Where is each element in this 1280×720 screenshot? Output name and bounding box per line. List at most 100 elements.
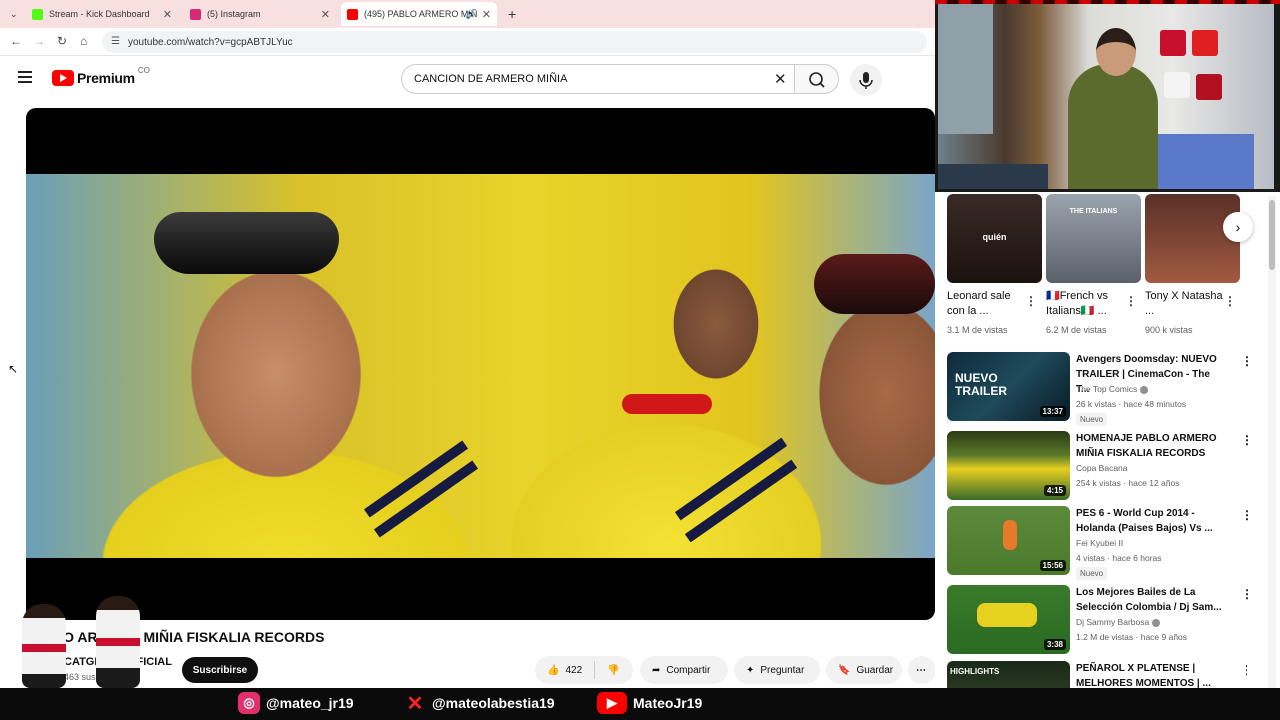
list-item[interactable]: NUEVO TRAILER 13:37 Avengers Doomsday: N… <box>947 352 1253 426</box>
x-icon: ✕ <box>406 692 424 715</box>
thumbs-up-icon[interactable]: 👍 <box>547 665 559 676</box>
close-icon[interactable]: ✕ <box>163 8 172 21</box>
more-actions-button[interactable]: ⋯ <box>908 656 936 684</box>
more-vertical-icon[interactable]: ⋮ <box>1025 294 1037 308</box>
short-overlay-text: THE ITALIANS <box>1069 208 1118 215</box>
short-views: 3.1 M de vistas <box>947 325 1008 335</box>
scrollbar-thumb[interactable] <box>1269 200 1275 270</box>
video-player[interactable] <box>26 108 935 620</box>
chevron-right-icon[interactable]: › <box>1223 212 1253 242</box>
url-input[interactable]: ☰ youtube.com/watch?v=gcpABTJLYuc <box>102 31 927 53</box>
tab-youtube-video[interactable]: (495) PABLO ARMERO MIÑ 🔊 ✕ <box>341 2 497 26</box>
tab-instagram[interactable]: (5) Instagram ✕ <box>184 2 336 26</box>
search-icon <box>809 72 825 88</box>
thumbs-down-icon[interactable]: 👎 <box>607 665 619 676</box>
more-vertical-icon[interactable]: ⋮ <box>1241 663 1247 677</box>
tab-label: (495) PABLO ARMERO MIÑ <box>364 9 478 19</box>
close-icon[interactable]: ✕ <box>482 8 491 21</box>
voice-search-button[interactable] <box>850 64 882 96</box>
reload-icon[interactable]: ↻ <box>57 34 67 48</box>
scrollbar-track[interactable] <box>1268 196 1276 690</box>
mouse-cursor-icon: ↖ <box>8 362 19 376</box>
search-button[interactable] <box>794 64 839 94</box>
tab-kick-dashboard[interactable]: Stream - Kick Dashboard ✕ <box>26 2 178 26</box>
ask-button[interactable]: ✦ Preguntar <box>734 656 820 684</box>
channel-name[interactable]: Dj Sammy Barbosa <box>1076 617 1161 627</box>
duration: 13:37 <box>1039 406 1066 417</box>
video-title[interactable]: Los Mejores Bailes de La Selección Colom… <box>1076 585 1226 615</box>
microphone-icon <box>859 72 873 89</box>
player-figure <box>1003 520 1017 550</box>
video-title[interactable]: PES 6 - World Cup 2014 - Holanda (Paises… <box>1076 506 1226 536</box>
list-item[interactable]: 4:15 HOMENAJE PABLO ARMERO MIÑIA FISKALI… <box>947 431 1253 501</box>
more-vertical-icon[interactable]: ⋮ <box>1241 587 1253 601</box>
more-vertical-icon[interactable]: ⋮ <box>1241 354 1253 368</box>
kick-icon <box>32 8 43 20</box>
players-group <box>977 603 1037 627</box>
subscribe-button[interactable]: Suscribirse <box>182 657 258 683</box>
list-item[interactable]: 3:38 Los Mejores Bailes de La Selección … <box>947 585 1253 655</box>
channel-name[interactable]: Fei Kyubei II <box>1076 538 1123 548</box>
chair <box>938 164 1048 189</box>
site-settings-icon[interactable]: ☰ <box>111 36 120 47</box>
thumb-text: NUEVO TRAILER <box>955 371 1007 398</box>
divider <box>594 661 596 679</box>
search-input[interactable]: CANCION DE ARMERO MIÑIA <box>401 64 794 94</box>
search-query: CANCION DE ARMERO MIÑIA <box>414 73 568 85</box>
list-item[interactable]: 15:56 PES 6 - World Cup 2014 - Holanda (… <box>947 506 1253 580</box>
sunglasses <box>154 212 339 274</box>
close-icon[interactable]: ✕ <box>321 8 330 21</box>
instagram-icon: ◎ <box>238 692 260 714</box>
new-badge: Nuevo <box>1076 413 1108 426</box>
forward-arrow-icon[interactable]: → <box>33 34 45 48</box>
video-meta: 1.2 M de vistas · hace 9 años <box>1076 632 1188 642</box>
hamburger-menu-icon[interactable] <box>18 71 32 83</box>
video-frame <box>26 174 935 558</box>
video-title: PABLO ARMERO MIÑIA FISKALIA RECORDS <box>26 629 325 645</box>
jersey-on-wall <box>1196 74 1222 100</box>
more-vertical-icon[interactable]: ⋮ <box>1241 433 1253 447</box>
tab-search-button[interactable]: ⌄ <box>4 2 22 26</box>
short-title[interactable]: 🇫🇷French vs Italians🇮🇹 ... <box>1046 289 1126 319</box>
video-thumbnail[interactable]: 15:56 <box>947 506 1070 575</box>
back-arrow-icon[interactable]: ← <box>10 34 22 48</box>
duration: 4:15 <box>1043 485 1066 496</box>
recommendations-panel: quién THE ITALIANS › Leonard sale con la… <box>935 192 1280 690</box>
more-vertical-icon[interactable]: ⋮ <box>1241 508 1253 522</box>
streamer <box>1068 64 1158 189</box>
red-collar <box>622 394 712 414</box>
footballer-figure <box>96 596 140 688</box>
verified-icon <box>1140 385 1149 394</box>
channel-name[interactable]: Copa Bacana <box>1076 463 1128 473</box>
short-thumbnail[interactable] <box>1145 194 1240 283</box>
video-thumbnail[interactable]: 4:15 <box>947 431 1070 500</box>
like-count[interactable]: 422 <box>565 665 582 676</box>
youtube-premium-logo[interactable]: Premium CO <box>52 66 150 86</box>
new-tab-button[interactable]: + <box>502 2 520 26</box>
more-vertical-icon[interactable]: ⋮ <box>1125 294 1137 308</box>
thumb-text: HIGHLIGHTS <box>950 667 1000 676</box>
duration: 15:56 <box>1039 560 1066 571</box>
short-title[interactable]: Leonard sale con la ... <box>947 289 1027 319</box>
video-title[interactable]: PEÑAROL X PLATENSE | MELHORES MOMENTOS |… <box>1076 661 1226 688</box>
home-icon[interactable]: ⌂ <box>80 34 87 48</box>
video-title[interactable]: HOMENAJE PABLO ARMERO MIÑIA FISKALIA REC… <box>1076 431 1226 461</box>
short-overlay-text: quién <box>982 232 1007 242</box>
clear-search-icon[interactable]: ✕ <box>774 70 787 88</box>
social-handle: MateoJr19 <box>633 695 703 711</box>
list-item[interactable]: HIGHLIGHTS PEÑAROL X PLATENSE | MELHORES… <box>947 661 1247 688</box>
video-thumbnail[interactable]: 3:38 <box>947 585 1070 654</box>
save-button[interactable]: 🔖 Guardar <box>826 656 902 684</box>
video-thumbnail[interactable]: HIGHLIGHTS <box>947 661 1070 688</box>
streamer-head <box>1096 28 1136 76</box>
short-thumbnail[interactable]: THE ITALIANS <box>1046 194 1141 283</box>
short-thumbnail[interactable]: quién <box>947 194 1042 283</box>
more-vertical-icon[interactable]: ⋮ <box>1224 294 1236 308</box>
speaker-icon[interactable]: 🔊 <box>466 9 477 20</box>
youtube-play-icon <box>52 70 74 86</box>
video-thumbnail[interactable]: NUEVO TRAILER 13:37 <box>947 352 1070 421</box>
short-title[interactable]: Tony X Natasha ... <box>1145 289 1225 319</box>
channel-name[interactable]: The Top Comics <box>1076 384 1149 394</box>
short-views: 900 k vistas <box>1145 325 1193 335</box>
share-button[interactable]: ➦ Compartir <box>640 656 728 684</box>
